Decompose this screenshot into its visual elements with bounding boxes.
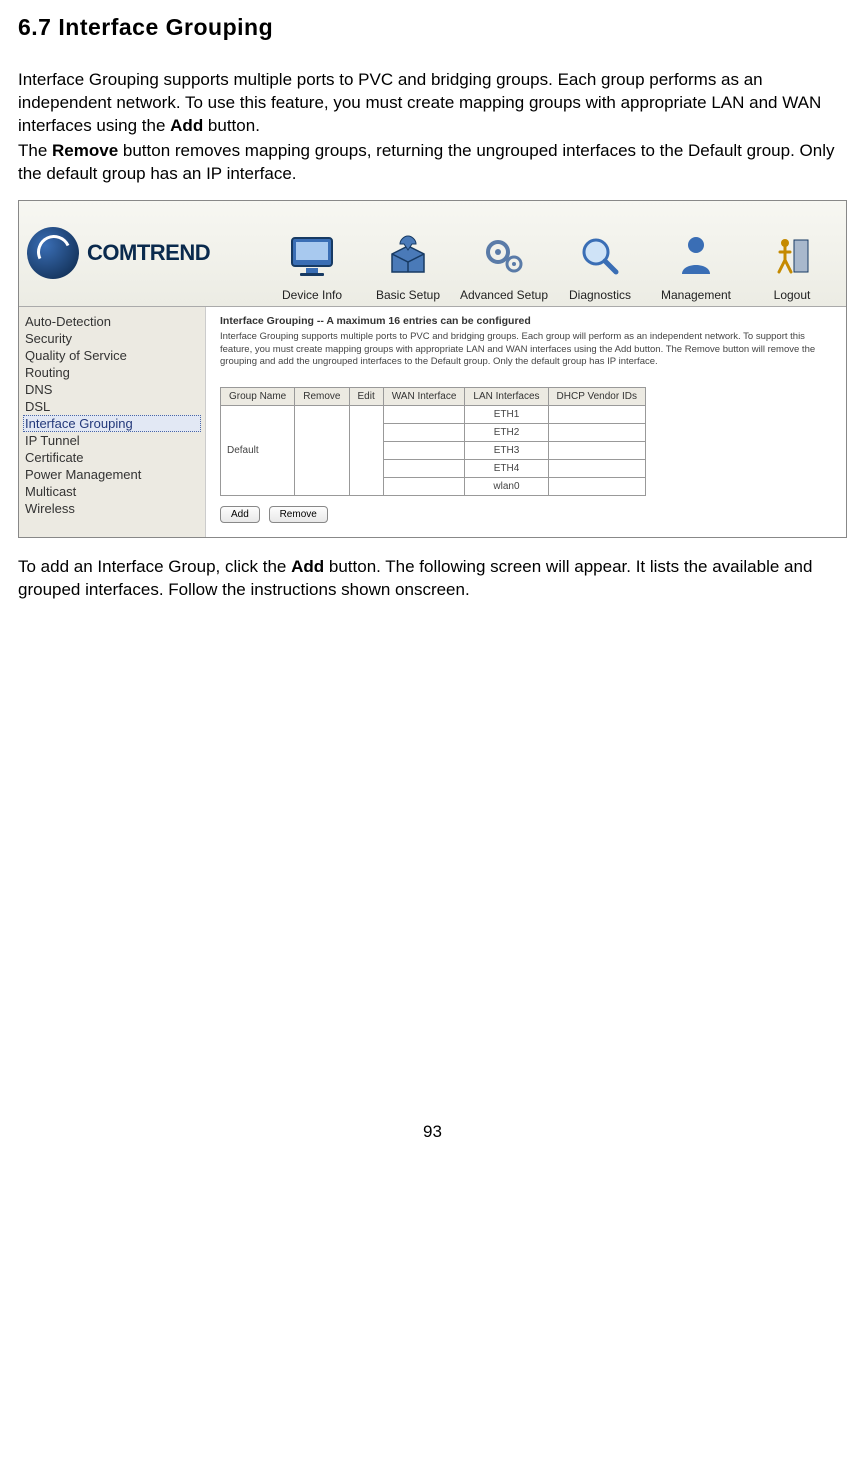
intro-paragraph-2: The Remove button removes mapping groups… bbox=[18, 140, 847, 186]
top-bar: COMTREND Device Info Basic Setup Advance… bbox=[19, 201, 846, 307]
interface-grouping-table: Group Name Remove Edit WAN Interface LAN… bbox=[220, 387, 646, 496]
logo-text: COMTREND bbox=[87, 240, 210, 266]
table-header-row: Group Name Remove Edit WAN Interface LAN… bbox=[221, 388, 646, 406]
cell-group-name: Default bbox=[221, 406, 295, 496]
topnav-label: Logout bbox=[774, 288, 811, 302]
col-edit: Edit bbox=[349, 388, 383, 406]
logo-swirl-icon bbox=[27, 227, 79, 279]
sidebar-nav: Auto-Detection Security Quality of Servi… bbox=[19, 307, 206, 537]
sidebar-item-ip-tunnel[interactable]: IP Tunnel bbox=[23, 432, 201, 449]
topnav-label: Device Info bbox=[282, 288, 342, 302]
cell-lan: ETH1 bbox=[465, 406, 548, 424]
sidebar-item-certificate[interactable]: Certificate bbox=[23, 449, 201, 466]
col-lan-interfaces: LAN Interfaces bbox=[465, 388, 548, 406]
person-icon bbox=[668, 228, 724, 284]
main-panel: Interface Grouping -- A maximum 16 entri… bbox=[206, 307, 846, 537]
sidebar-item-power-management[interactable]: Power Management bbox=[23, 466, 201, 483]
router-ui-screenshot: COMTREND Device Info Basic Setup Advance… bbox=[18, 200, 847, 538]
sidebar-item-interface-grouping[interactable]: Interface Grouping bbox=[23, 415, 201, 432]
sidebar-item-dns[interactable]: DNS bbox=[23, 381, 201, 398]
monitor-icon bbox=[284, 228, 340, 284]
table-row: Default ETH1 bbox=[221, 406, 646, 424]
intro-paragraph-1: Interface Grouping supports multiple por… bbox=[18, 69, 847, 138]
panel-description: Interface Grouping supports multiple por… bbox=[220, 331, 834, 369]
sidebar-item-qos[interactable]: Quality of Service bbox=[23, 347, 201, 364]
section-number: 6.7 bbox=[18, 14, 51, 40]
topnav-advanced-setup[interactable]: Advanced Setup bbox=[458, 228, 550, 302]
topnav-device-info[interactable]: Device Info bbox=[266, 228, 358, 302]
cell-lan: ETH3 bbox=[465, 442, 548, 460]
box-icon bbox=[380, 228, 436, 284]
sidebar-item-routing[interactable]: Routing bbox=[23, 364, 201, 381]
panel-title: Interface Grouping -- A maximum 16 entri… bbox=[220, 315, 834, 327]
topnav-diagnostics[interactable]: Diagnostics bbox=[554, 228, 646, 302]
page-number: 93 bbox=[18, 1122, 847, 1142]
topnav-label: Advanced Setup bbox=[460, 288, 548, 302]
cell-dhcp bbox=[548, 406, 645, 424]
top-nav: Device Info Basic Setup Advanced Setup D… bbox=[266, 228, 838, 306]
topnav-logout[interactable]: Logout bbox=[746, 228, 838, 302]
cell-lan: ETH2 bbox=[465, 424, 548, 442]
section-title-text: Interface Grouping bbox=[58, 14, 273, 40]
sidebar-item-security[interactable]: Security bbox=[23, 330, 201, 347]
cell-lan: wlan0 bbox=[465, 478, 548, 496]
topnav-basic-setup[interactable]: Basic Setup bbox=[362, 228, 454, 302]
topnav-label: Basic Setup bbox=[376, 288, 440, 302]
gears-icon bbox=[476, 228, 532, 284]
section-heading: 6.7 Interface Grouping bbox=[18, 14, 847, 41]
cell-lan: ETH4 bbox=[465, 460, 548, 478]
col-wan-interface: WAN Interface bbox=[383, 388, 465, 406]
sidebar-item-auto-detection[interactable]: Auto-Detection bbox=[23, 313, 201, 330]
cell-wan bbox=[383, 406, 465, 424]
closing-paragraph: To add an Interface Group, click the Add… bbox=[18, 556, 847, 602]
add-button[interactable]: Add bbox=[220, 506, 260, 523]
topnav-label: Management bbox=[661, 288, 731, 302]
topnav-management[interactable]: Management bbox=[650, 228, 742, 302]
logo-area: COMTREND bbox=[19, 201, 257, 306]
remove-button[interactable]: Remove bbox=[269, 506, 328, 523]
sidebar-item-dsl[interactable]: DSL bbox=[23, 398, 201, 415]
col-remove: Remove bbox=[295, 388, 349, 406]
col-dhcp-vendor-ids: DHCP Vendor IDs bbox=[548, 388, 645, 406]
cell-edit bbox=[349, 406, 383, 496]
col-group-name: Group Name bbox=[221, 388, 295, 406]
sidebar-item-multicast[interactable]: Multicast bbox=[23, 483, 201, 500]
magnifier-icon bbox=[572, 228, 628, 284]
sidebar-item-wireless[interactable]: Wireless bbox=[23, 500, 201, 517]
cell-remove bbox=[295, 406, 349, 496]
topnav-label: Diagnostics bbox=[569, 288, 631, 302]
exit-icon bbox=[764, 228, 820, 284]
